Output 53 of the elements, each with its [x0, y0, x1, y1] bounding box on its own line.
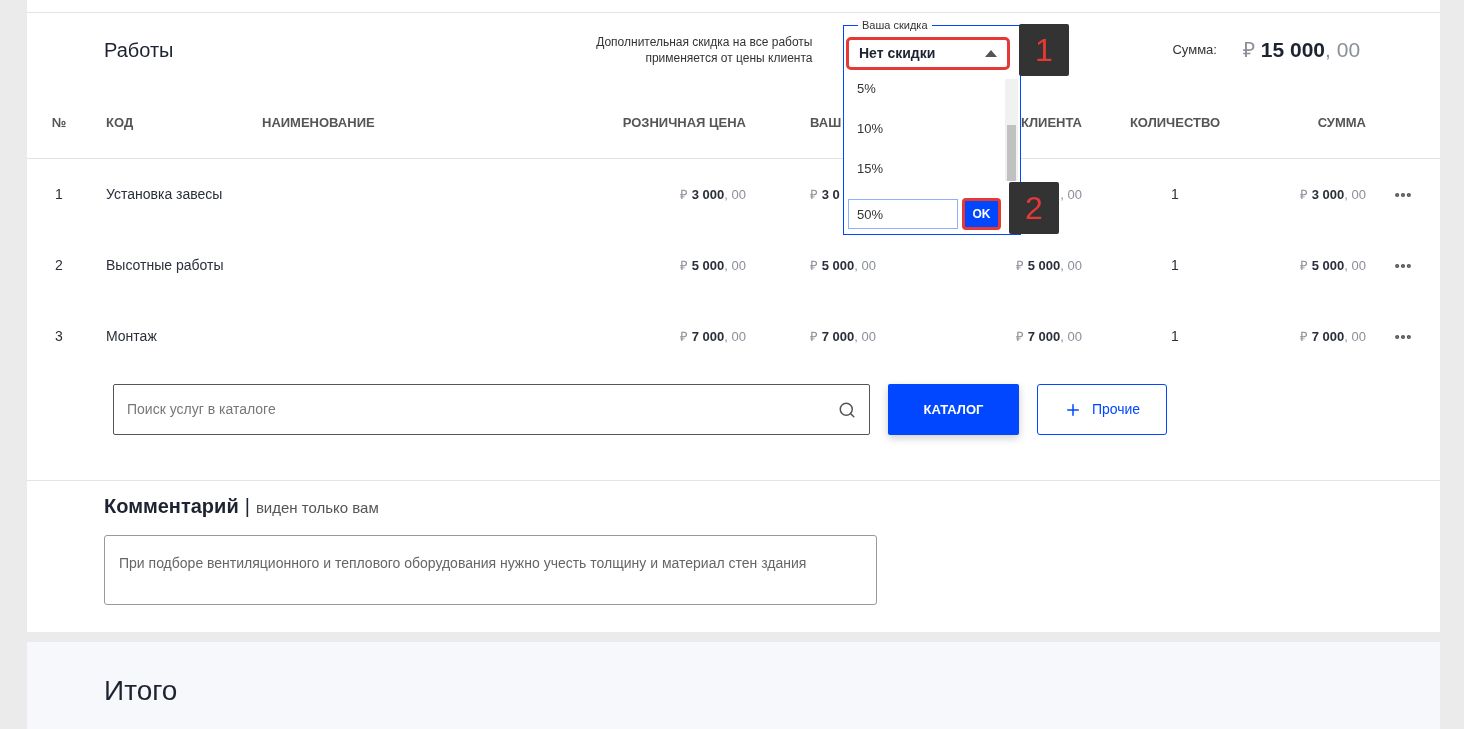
comment-note: виден только вам: [255, 498, 379, 518]
sum-cell: ₽ 3 000, 00: [1300, 187, 1366, 202]
column-header: №: [51, 114, 67, 130]
row-number: 2: [55, 257, 63, 273]
column-header: КОД: [106, 114, 134, 130]
search-field[interactable]: Поиск услуг в каталоге: [113, 384, 870, 435]
column-header: КЛИЕНТА: [1021, 114, 1082, 130]
quantity-cell: 1: [1171, 186, 1179, 202]
your-price: ₽ 5 000, 00: [810, 258, 876, 273]
sum-label: Сумма:: [1172, 41, 1217, 60]
code-cell: Высотные работы: [106, 257, 224, 273]
code-cell: Установка завесы: [106, 186, 223, 202]
row-number: 3: [55, 328, 63, 344]
annotation-badge: 2: [1009, 182, 1059, 234]
other-button[interactable]: Прочие: [1037, 384, 1167, 435]
sum-cell: ₽ 7 000, 00: [1300, 329, 1366, 344]
sum-cell: ₽ 5 000, 00: [1300, 258, 1366, 273]
column-header: НАИМЕНОВАНИЕ: [262, 114, 375, 130]
retail-price: ₽ 7 000, 00: [680, 329, 746, 344]
quantity-cell: 1: [1171, 328, 1179, 344]
search-input[interactable]: Поиск услуг в каталоге: [127, 399, 838, 420]
discount-option[interactable]: 5%: [844, 78, 1002, 118]
comment-field[interactable]: При подборе вентиляционного и теплового оборудования нужно учесть толщину и материал стен здания: [104, 535, 877, 605]
your-price: ₽ 7 000, 00: [810, 329, 876, 344]
column-header: РОЗНИЧНАЯ ЦЕНА: [622, 114, 746, 130]
column-header: КОЛИЧЕСТВО: [1129, 114, 1221, 130]
client-price: ₽ 7 000, 00: [1016, 329, 1082, 344]
section-title: Работы: [104, 38, 174, 63]
sum-total: ₽ 15 000, 00: [1242, 37, 1361, 64]
quantity-cell: 1: [1171, 257, 1179, 273]
scrollbar[interactable]: [1005, 79, 1018, 181]
retail-price: ₽ 5 000, 00: [680, 258, 746, 273]
custom-discount-field[interactable]: 50%: [848, 199, 958, 229]
client-price: , 00: [1060, 187, 1082, 202]
row-number: 1: [55, 186, 63, 202]
search-icon[interactable]: [838, 400, 856, 419]
catalog-button[interactable]: КАТАЛОГ: [888, 384, 1019, 435]
total-title: Итого: [104, 675, 178, 706]
discount-select[interactable]: Нет скидки: [846, 37, 1010, 70]
dropdown-legend: Ваша скидка: [858, 18, 932, 32]
discount-option[interactable]: 10%: [844, 118, 1002, 158]
discount-note: Дополнительная скидка на все работы применяется от цены клиента: [595, 34, 813, 66]
comment-title: Комментарий: [104, 494, 239, 519]
code-cell: Монтаж: [106, 328, 157, 344]
separator: |: [244, 494, 250, 519]
column-header: СУММА: [1317, 114, 1366, 130]
annotation-badge: 1: [1019, 24, 1069, 76]
retail-price: ₽ 3 000, 00: [680, 187, 746, 202]
discount-option[interactable]: 15%: [844, 158, 1002, 198]
client-price: ₽ 5 000, 00: [1016, 258, 1082, 273]
ok-button[interactable]: OK: [962, 198, 1001, 230]
column-header: ВАШ: [810, 114, 842, 130]
your-price: ₽ 3 0: [810, 187, 840, 202]
